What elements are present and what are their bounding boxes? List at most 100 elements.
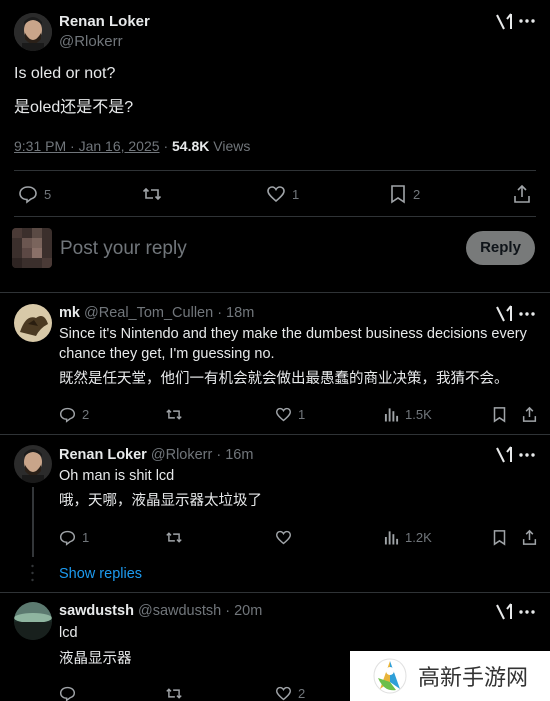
repost-action[interactable] (142, 184, 162, 204)
avatar[interactable] (14, 13, 52, 51)
like-count: 1 (292, 186, 300, 202)
repost-icon (142, 187, 162, 201)
repost-icon (166, 688, 182, 699)
more-options-icon[interactable] (518, 12, 536, 30)
reply-header: sawdustsh @sawdustsh · 20m (59, 603, 262, 619)
share-icon (522, 406, 537, 422)
author-name[interactable]: Renan Loker (59, 447, 147, 463)
views-count: 54.8K (172, 138, 210, 154)
reply-icon (19, 186, 37, 204)
reply-icon (59, 407, 76, 423)
reply-text-zh: 液晶显示器 (59, 651, 132, 667)
views-action[interactable]: 1.5K (384, 406, 432, 422)
reply-action[interactable]: 1 (59, 529, 89, 546)
author-name[interactable]: sawdustsh (59, 603, 134, 619)
divider (0, 592, 550, 593)
reply-action[interactable]: 2 (59, 406, 89, 423)
show-replies-link[interactable]: Show replies (59, 566, 142, 582)
reply-text-zh: 哦，天哪，液晶显示器太垃圾了 (59, 493, 262, 509)
like-action[interactable]: 2 (275, 685, 305, 701)
more-options-icon[interactable] (518, 603, 536, 621)
reply-action[interactable]: 5 (18, 184, 51, 204)
like-action[interactable]: 1 (275, 406, 305, 423)
share-action[interactable] (522, 406, 537, 423)
reply-header: Renan Loker @Rlokerr · 16m (59, 447, 253, 463)
thread-line (32, 487, 34, 557)
divider (0, 292, 550, 293)
repost-action[interactable] (165, 529, 183, 546)
like-count: 2 (298, 686, 306, 701)
grok-icon[interactable] (494, 304, 514, 324)
watermark-logo-icon (373, 658, 407, 694)
author-name[interactable]: Renan Loker (59, 13, 150, 30)
heart-icon (275, 530, 292, 545)
author-handle[interactable]: @sawdustsh (138, 603, 221, 619)
author-handle[interactable]: @Rlokerr (59, 33, 123, 50)
avatar[interactable] (14, 304, 52, 342)
heart-icon (267, 186, 285, 203)
views-count: 1.2K (405, 529, 432, 545)
grok-icon[interactable] (494, 445, 514, 465)
reply-count: 2 (82, 407, 90, 422)
analytics-icon (384, 531, 399, 545)
reply-time[interactable]: · 16m (216, 447, 253, 463)
reply-button[interactable]: Reply (466, 231, 535, 265)
reply-count: 5 (44, 186, 52, 202)
like-action[interactable] (275, 529, 298, 546)
author-handle[interactable]: @Real_Tom_Cullen (84, 305, 213, 321)
watermark-text: 高新手游网 (418, 666, 529, 691)
divider (0, 434, 550, 435)
more-options-icon[interactable] (518, 305, 536, 323)
reply-icon (59, 530, 76, 546)
meta-separator: · (163, 138, 172, 154)
my-avatar (12, 228, 52, 268)
reply-text-en: lcd (59, 625, 78, 641)
share-icon (522, 529, 537, 545)
reply-time[interactable]: · 18m (217, 305, 254, 321)
repost-icon (166, 409, 182, 420)
grok-icon[interactable] (494, 602, 514, 622)
avatar[interactable] (14, 602, 52, 640)
post-timestamp[interactable]: 9:31 PM · Jan 16, 2025 (14, 138, 160, 154)
thread-dots (31, 564, 34, 584)
analytics-icon (384, 408, 399, 422)
views-label: Views (213, 138, 251, 154)
reply-text-en: Oh man is shit lcd (59, 468, 175, 484)
reply-count: 1 (82, 530, 90, 545)
bookmark-action[interactable] (492, 529, 507, 546)
like-action[interactable]: 1 (266, 184, 299, 204)
repost-action[interactable] (165, 685, 183, 701)
share-icon (514, 184, 530, 203)
bookmark-count: 2 (413, 186, 421, 202)
heart-icon (275, 407, 292, 422)
bookmark-icon (493, 530, 506, 546)
more-options-icon[interactable] (518, 446, 536, 464)
bookmark-action[interactable]: 2 (389, 184, 420, 204)
post-text-zh: 是oled还是不是? (14, 99, 134, 116)
reply-text-en: Since it's Nintendo and they make the du… (59, 326, 527, 362)
divider (14, 216, 536, 217)
post-text-en: Is oled or not? (14, 65, 116, 82)
repost-action[interactable] (165, 406, 183, 423)
author-handle[interactable]: @Rlokerr (151, 447, 212, 463)
repost-icon (166, 532, 182, 543)
divider (14, 170, 536, 171)
avatar[interactable] (14, 445, 52, 483)
grok-icon[interactable] (494, 12, 514, 32)
share-action[interactable] (513, 184, 531, 204)
bookmark-icon (391, 185, 405, 204)
reply-text-zh: 既然是任天堂，他们一有机会就会做出最愚蠢的商业决策，我猜不会。 (59, 371, 509, 387)
author-name[interactable]: mk (59, 305, 80, 321)
views-count: 1.5K (405, 406, 432, 422)
reply-input[interactable] (60, 234, 440, 264)
share-action[interactable] (522, 529, 537, 546)
heart-icon (275, 686, 292, 701)
bookmark-icon (493, 407, 506, 423)
reply-action[interactable] (59, 685, 76, 701)
bookmark-action[interactable] (492, 406, 507, 423)
views-action[interactable]: 1.2K (384, 529, 432, 545)
reply-time[interactable]: · 20m (225, 603, 262, 619)
reply-header: mk @Real_Tom_Cullen · 18m (59, 305, 254, 321)
like-count: 1 (298, 407, 306, 422)
reply-icon (59, 686, 76, 701)
